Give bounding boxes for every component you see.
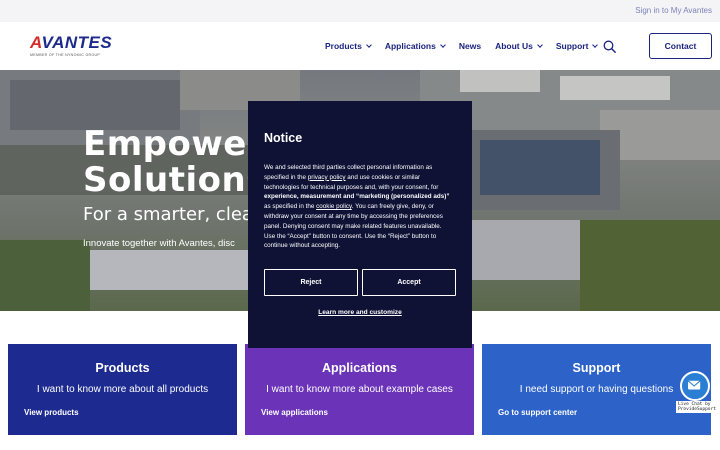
live-chat-button[interactable] bbox=[680, 371, 710, 401]
cookie-policy-link[interactable]: cookie policy bbox=[316, 203, 352, 210]
nav-item-news[interactable]: News bbox=[459, 41, 481, 51]
reject-button[interactable]: Reject bbox=[264, 269, 358, 296]
nav-item-support[interactable]: Support bbox=[556, 41, 599, 51]
contact-button[interactable]: Contact bbox=[649, 33, 712, 59]
card-title: Support bbox=[572, 361, 621, 375]
card-title: Products bbox=[95, 361, 150, 375]
accept-button[interactable]: Accept bbox=[362, 269, 456, 296]
search-icon[interactable] bbox=[603, 40, 616, 53]
hero-text: Innovate together with Avantes, disc bbox=[83, 238, 235, 249]
nav-item-products[interactable]: Products bbox=[325, 41, 372, 51]
support-card[interactable]: Support I need support or having questio… bbox=[482, 344, 711, 435]
live-chat-label: Live Chat by ProvideSupport bbox=[676, 401, 716, 413]
card-description: I want to know more about example cases bbox=[266, 384, 453, 395]
card-title: Applications bbox=[321, 361, 397, 375]
privacy-policy-link[interactable]: privacy policy bbox=[308, 174, 346, 181]
site-header: AVANTES MEMBER OF THE NYNOMIC GROUP Prod… bbox=[0, 22, 720, 70]
logo-tagline: MEMBER OF THE NYNOMIC GROUP bbox=[30, 53, 101, 57]
utility-bar: Sign in to My Avantes bbox=[0, 0, 720, 22]
chat-envelope-icon bbox=[687, 380, 701, 390]
notice-body: We and selected third parties collect pe… bbox=[264, 164, 450, 250]
support-center-link[interactable]: Go to support center bbox=[498, 408, 577, 417]
nav-item-applications[interactable]: Applications bbox=[385, 41, 446, 51]
nav-item-about-us[interactable]: About Us bbox=[495, 41, 543, 51]
card-description: I want to know more about all products bbox=[36, 384, 209, 395]
products-card[interactable]: Products I want to know more about all p… bbox=[8, 344, 237, 435]
chevron-down-icon bbox=[537, 42, 543, 48]
chevron-down-icon bbox=[440, 42, 446, 48]
applications-card[interactable]: Applications I want to know more about e… bbox=[245, 344, 474, 435]
view-products-link[interactable]: View products bbox=[24, 408, 79, 417]
avantes-logo[interactable]: AVANTES MEMBER OF THE NYNOMIC GROUP bbox=[30, 33, 113, 62]
card-description: I need support or having questions bbox=[519, 384, 674, 395]
notice-title: Notice bbox=[264, 131, 303, 145]
hero-subtitle: For a smarter, clear bbox=[83, 204, 261, 225]
cookie-notice-dialog: Notice We and selected third parties col… bbox=[248, 101, 472, 348]
chevron-down-icon bbox=[592, 42, 599, 48]
view-applications-link[interactable]: View applications bbox=[261, 408, 328, 417]
chevron-down-icon bbox=[366, 42, 372, 48]
sign-in-link[interactable]: Sign in to My Avantes bbox=[635, 6, 712, 15]
logo-wordmark: AVANTES bbox=[30, 33, 113, 52]
main-nav: Products Applications News About Us Supp… bbox=[325, 41, 611, 51]
learn-more-link[interactable]: Learn more and customize bbox=[248, 309, 472, 316]
